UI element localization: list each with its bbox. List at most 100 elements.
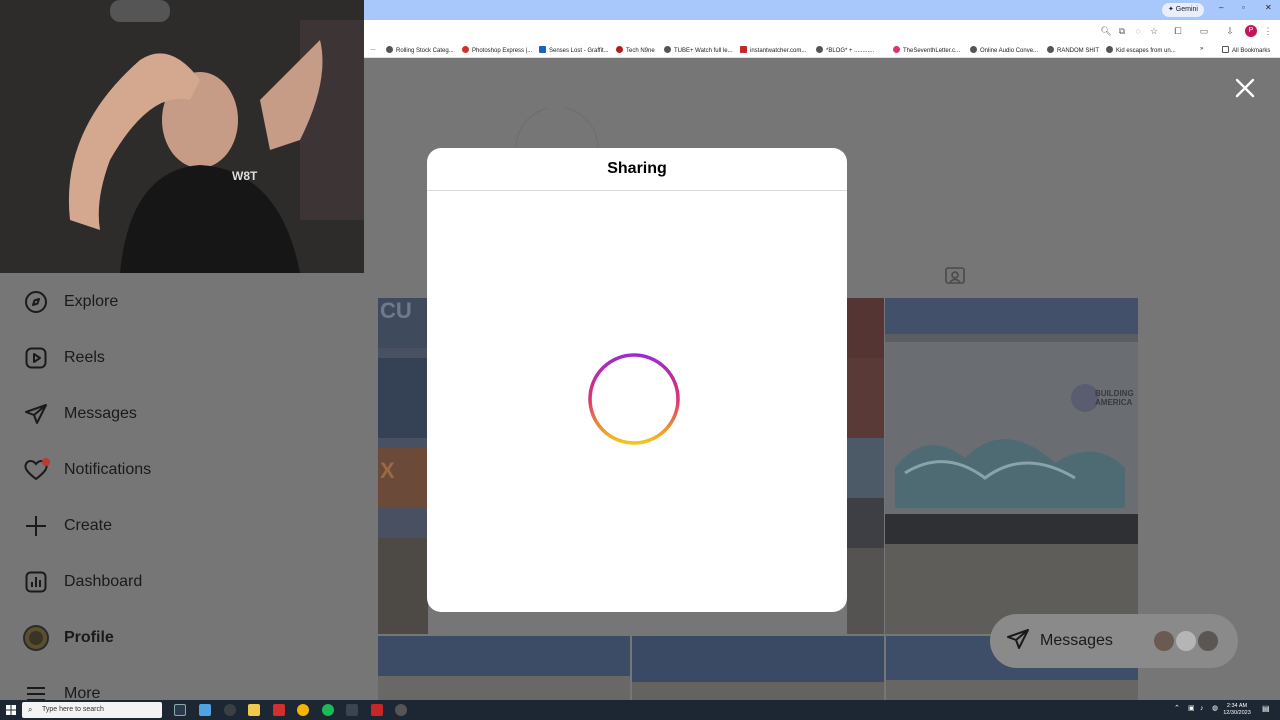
post-image: BUILDING AMERICA xyxy=(885,298,1138,634)
plus-icon xyxy=(22,512,50,540)
messages-pill-label: Messages xyxy=(1040,632,1113,649)
eye-off-icon[interactable]: ◌ xyxy=(1132,25,1144,37)
extensions-icon[interactable]: ⧠ xyxy=(1172,25,1184,37)
avatar-icon xyxy=(22,624,50,652)
downloads-icon[interactable]: ⇩ xyxy=(1224,25,1236,37)
bookmarks-overflow-icon[interactable]: » xyxy=(1200,46,1203,52)
network-icon[interactable]: ◍ xyxy=(1212,705,1218,712)
sidebar-item-label: Reels xyxy=(64,349,105,366)
globe-icon xyxy=(664,46,671,53)
svg-text:AMERICA: AMERICA xyxy=(1095,398,1133,407)
bookmark-item[interactable]: … xyxy=(370,46,376,52)
profile-avatar[interactable]: P xyxy=(1245,25,1257,37)
site-icon xyxy=(616,46,623,53)
grid-post[interactable] xyxy=(632,636,884,700)
sidebar-item-messages[interactable]: Messages xyxy=(22,399,137,429)
bookmark-item[interactable]: Rolling Stock Categ... xyxy=(386,46,454,54)
avatar xyxy=(1152,629,1176,653)
webcam-person-image: W8T xyxy=(0,0,364,273)
minimize-icon[interactable]: – xyxy=(1219,3,1223,12)
sidebar-item-notifications[interactable]: Notifications xyxy=(22,455,151,485)
window-close-icon[interactable]: ✕ xyxy=(1265,3,1272,12)
grid-post[interactable] xyxy=(378,636,630,700)
post-image xyxy=(632,636,884,700)
volume-icon[interactable]: ♪ xyxy=(1200,705,1204,712)
svg-text:BUILDING: BUILDING xyxy=(1095,389,1134,398)
gemini-button[interactable]: ✦ Gemini xyxy=(1162,3,1204,17)
sidebar-item-create[interactable]: Create xyxy=(22,511,112,541)
spotify-icon[interactable] xyxy=(322,704,334,716)
heart-icon xyxy=(22,456,50,484)
kebab-menu-icon[interactable]: ⋮ xyxy=(1262,25,1274,37)
bookmark-item[interactable]: Senses Lost - Graffit... xyxy=(539,46,609,54)
instagram-icon xyxy=(893,46,900,53)
svg-text:X: X xyxy=(380,458,395,483)
sidebar-item-label: Explore xyxy=(64,293,119,310)
avatar xyxy=(1196,629,1220,653)
bookmark-item[interactable]: RANDOM SHIT xyxy=(1047,46,1099,54)
bookmark-item[interactable]: TheSeventhLetter.c... xyxy=(893,46,960,54)
bookmark-item[interactable]: Online Audio Conve... xyxy=(970,46,1038,54)
compass-icon xyxy=(22,288,50,316)
globe-icon xyxy=(386,46,393,53)
bookmark-item[interactable]: Kid escapes from un... xyxy=(1106,46,1176,54)
bookmark-item[interactable]: TUBE+ Watch full le... xyxy=(664,46,733,54)
windows-taskbar: ⌕ Type here to search ⌃ ▣ ♪ ◍ 2:34 AM 12… xyxy=(0,700,1280,720)
browser-toolbar: 🔍︎ ⧉ ◌ ☆ ⧠ ▭ ⇩ P ⋮ xyxy=(364,20,1280,42)
sidebar-item-label: Create xyxy=(64,517,113,534)
bookmark-item[interactable]: Photoshop Express |... xyxy=(462,46,532,54)
sidebar-item-dashboard[interactable]: Dashboard xyxy=(22,567,142,597)
post-image: CU X xyxy=(378,298,428,634)
grid-post[interactable]: CU X xyxy=(378,298,428,634)
reels-icon xyxy=(22,344,50,372)
steam-icon[interactable] xyxy=(224,704,236,716)
tray-icon[interactable]: ▣ xyxy=(1188,705,1195,712)
avatar xyxy=(1174,629,1198,653)
file-explorer-icon[interactable] xyxy=(248,704,260,716)
sidebar-item-label: Profile xyxy=(64,629,114,646)
zoom-icon[interactable]: 🔍︎ xyxy=(1100,25,1112,37)
notification-center-icon[interactable]: ▤ xyxy=(1262,705,1270,713)
paper-plane-icon xyxy=(22,400,50,428)
task-view-icon[interactable] xyxy=(174,704,186,716)
install-icon[interactable]: ⧉ xyxy=(1116,25,1128,37)
globe-icon xyxy=(970,46,977,53)
adobe-icon xyxy=(462,46,469,53)
search-icon: ⌕ xyxy=(28,705,33,714)
sidebar-item-reels[interactable]: Reels xyxy=(22,343,105,373)
dialog-header: Sharing xyxy=(427,148,847,191)
all-bookmarks[interactable]: All Bookmarks xyxy=(1222,46,1270,54)
bookmark-item[interactable]: *BLOG* + ............ xyxy=(816,46,874,54)
globe-icon xyxy=(1106,46,1113,53)
post-image xyxy=(847,298,884,634)
sidepanel-icon[interactable]: ▭ xyxy=(1198,25,1210,37)
chrome-icon[interactable] xyxy=(297,704,309,716)
globe-icon xyxy=(816,46,823,53)
grid-post[interactable] xyxy=(847,298,884,634)
sidebar-item-explore[interactable]: Explore xyxy=(22,287,118,317)
bookmark-item[interactable]: instantwatcher.com... xyxy=(740,46,806,54)
messages-pill[interactable]: Messages xyxy=(990,614,1238,668)
svg-text:W8T: W8T xyxy=(232,169,258,183)
sidebar-item-label: Notifications xyxy=(64,461,152,478)
close-icon[interactable] xyxy=(1233,76,1257,100)
sharing-dialog: Sharing xyxy=(427,148,847,612)
calendar-app-icon[interactable] xyxy=(199,704,211,716)
chart-icon xyxy=(22,568,50,596)
app-icon[interactable] xyxy=(346,704,358,716)
app-icon[interactable] xyxy=(273,704,285,716)
sidebar-item-profile[interactable]: Profile xyxy=(22,623,114,653)
app-icon[interactable] xyxy=(371,704,383,716)
bookmark-item[interactable]: Tech N9ne xyxy=(616,46,655,54)
obs-icon[interactable] xyxy=(395,704,407,716)
tray-overflow-icon[interactable]: ⌃ xyxy=(1174,705,1180,712)
taskbar-search-input[interactable]: ⌕ Type here to search xyxy=(22,702,162,718)
windows-start-icon[interactable] xyxy=(6,705,16,715)
notification-dot xyxy=(42,458,50,466)
star-icon[interactable]: ☆ xyxy=(1148,25,1160,37)
grid-post[interactable]: BUILDING AMERICA xyxy=(885,298,1138,634)
maximize-icon[interactable]: ▫ xyxy=(1242,3,1245,12)
tagged-icon[interactable] xyxy=(944,264,966,286)
folder-icon xyxy=(1222,46,1229,53)
taskbar-clock[interactable]: 2:34 AM 12/30/2023 xyxy=(1222,703,1252,717)
